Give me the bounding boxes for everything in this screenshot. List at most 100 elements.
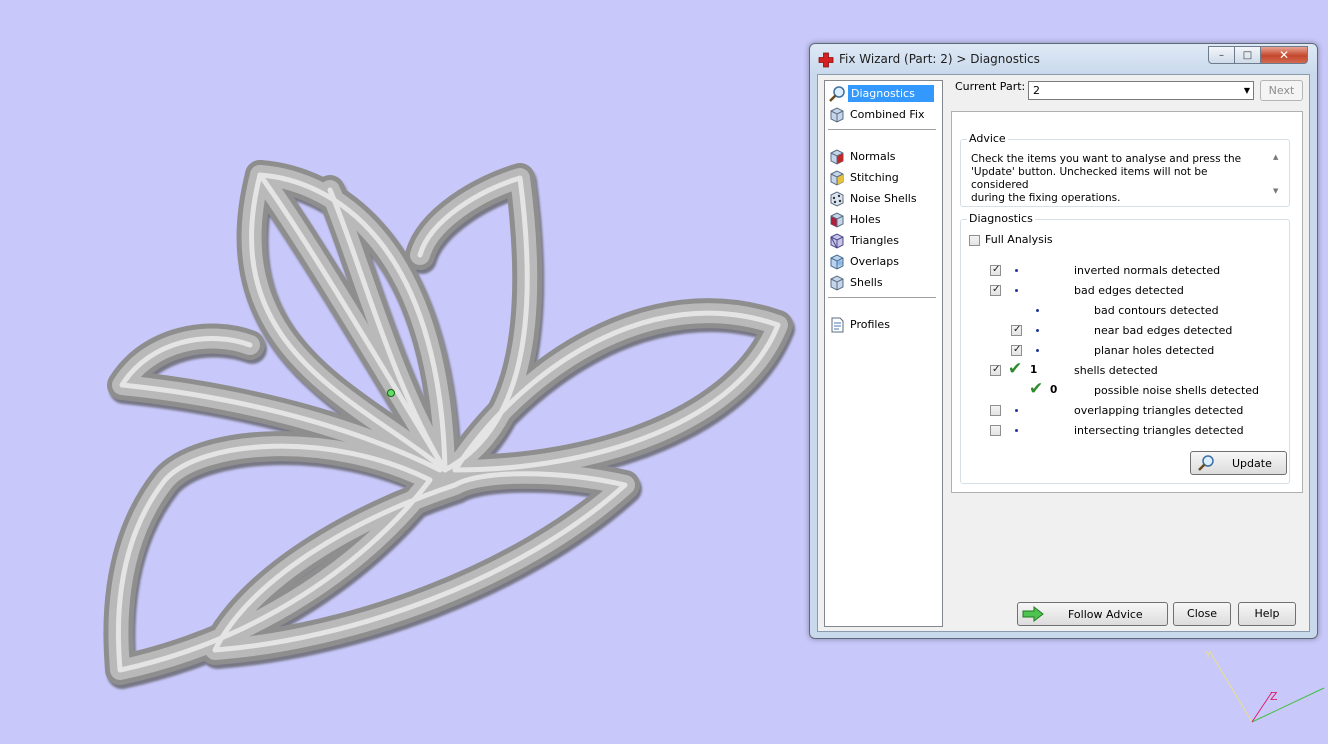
scroll-up-icon[interactable]: ▲ — [1273, 153, 1278, 161]
status-bullet — [1015, 269, 1018, 272]
close-window-button[interactable]: ✕ — [1260, 46, 1308, 64]
nav-item-diagnostics[interactable]: Diagnostics — [828, 84, 936, 103]
nav-item-normals[interactable]: Normals — [828, 147, 936, 166]
nav-item-label: Stitching — [850, 171, 899, 184]
magnifier-icon — [1198, 455, 1214, 471]
diag-row-label: intersecting triangles detected — [1074, 424, 1244, 437]
window-client: Diagnostics Combined Fix Normals Stitchi… — [817, 74, 1310, 632]
close-icon: ✕ — [1278, 48, 1290, 62]
close-button[interactable]: Close — [1173, 602, 1231, 626]
diag-row-label: overlapping triangles detected — [1074, 404, 1244, 417]
nav-item-shells[interactable]: Shells — [828, 273, 936, 292]
inverted-normals-checkbox[interactable]: ✓ — [990, 264, 1001, 276]
nav-item-label: Overlaps — [850, 255, 899, 268]
nav-item-label: Profiles — [850, 318, 890, 331]
nav-item-profiles[interactable]: Profiles — [828, 315, 936, 334]
current-part-value: 2 — [1033, 84, 1040, 97]
axis-y-label: Y — [1204, 650, 1212, 661]
nav-separator — [828, 297, 936, 298]
cube-icon — [830, 106, 844, 123]
maximize-button[interactable]: □ — [1234, 46, 1261, 64]
noise-shells-count: 0 — [1050, 384, 1058, 396]
diagnostics-panel: Advice Check the items you want to analy… — [951, 111, 1303, 493]
help-button[interactable]: Help — [1238, 602, 1296, 626]
shells-checkbox[interactable]: ✓ — [990, 364, 1001, 376]
advice-group: Advice Check the items you want to analy… — [960, 132, 1290, 207]
diag-row-label: bad contours detected — [1094, 304, 1219, 317]
red-cross-icon — [818, 52, 834, 68]
triangles-cube-icon — [830, 232, 844, 249]
checkbox-tick-icon: ✓ — [1013, 324, 1022, 335]
status-bullet — [1015, 289, 1018, 292]
minimize-button[interactable]: – — [1208, 46, 1235, 64]
status-bullet — [1036, 309, 1039, 312]
advice-text: Check the items you want to analyse and … — [971, 153, 1242, 204]
update-button-label: Update — [1232, 457, 1272, 470]
diag-row-label: planar holes detected — [1094, 344, 1215, 357]
diagnostics-title: Diagnostics — [967, 212, 1035, 225]
full-analysis-label: Full Analysis — [985, 233, 1053, 246]
follow-advice-button[interactable]: Follow Advice — [1017, 602, 1168, 626]
checkbox-tick-icon: ✓ — [1013, 344, 1022, 355]
diag-row-label: inverted normals detected — [1074, 264, 1221, 277]
status-bullet — [1015, 409, 1018, 412]
nav-item-noise-shells[interactable]: Noise Shells — [828, 189, 936, 208]
maximize-icon: □ — [1242, 50, 1253, 61]
green-check-icon: ✔ — [1029, 379, 1044, 399]
next-button[interactable]: Next — [1260, 80, 1303, 101]
axis-z-label: Z — [1270, 690, 1278, 703]
diag-row-label: possible noise shells detected — [1094, 384, 1260, 397]
advice-title: Advice — [967, 132, 1008, 145]
checkbox-tick-icon: ✓ — [992, 364, 1001, 375]
minimize-icon: – — [1219, 50, 1224, 61]
chevron-down-icon: ▼ — [1243, 86, 1250, 95]
current-part-select[interactable]: 2 ▼ — [1028, 81, 1254, 100]
overlaps-cube-icon — [830, 253, 844, 270]
lotus-model[interactable] — [0, 0, 800, 700]
nav-item-label: Noise Shells — [850, 192, 917, 205]
document-icon — [831, 317, 844, 332]
green-check-icon: ✔ — [1008, 359, 1023, 379]
stitching-cube-icon — [830, 169, 844, 186]
shells-cube-icon — [830, 274, 844, 291]
nav-item-label: Triangles — [850, 234, 899, 247]
diag-row-label: near bad edges detected — [1094, 324, 1233, 337]
noise-shells-icon — [830, 190, 844, 207]
nav-item-label: Normals — [850, 150, 896, 163]
full-analysis-checkbox[interactable] — [969, 235, 980, 246]
shells-count: 1 — [1030, 364, 1038, 376]
nav-separator — [828, 129, 936, 130]
nav-item-label: Holes — [850, 213, 881, 226]
scroll-down-icon[interactable]: ▼ — [1273, 187, 1278, 195]
holes-cube-icon — [830, 211, 844, 228]
diagnostics-group: Diagnostics Full Analysis ✓ inverted nor… — [960, 212, 1290, 484]
axis-triad: Y Z — [1204, 650, 1325, 723]
nav-item-triangles[interactable]: Triangles — [828, 231, 936, 250]
green-arrow-icon — [1022, 605, 1044, 623]
planar-holes-checkbox[interactable]: ✓ — [1011, 344, 1022, 356]
diag-row-label: shells detected — [1074, 364, 1158, 377]
status-bullet — [1036, 349, 1039, 352]
status-bullet — [1015, 429, 1018, 432]
status-bullet — [1036, 329, 1039, 332]
nav-item-stitching[interactable]: Stitching — [828, 168, 936, 187]
advice-scrollbar[interactable]: ▲ ▼ — [1271, 153, 1285, 197]
bad-edges-checkbox[interactable]: ✓ — [990, 284, 1001, 296]
checkbox-tick-icon: ✓ — [992, 284, 1001, 295]
update-button[interactable]: Update — [1190, 451, 1287, 475]
title-bar[interactable]: Fix Wizard (Part: 2) > Diagnostics – □ ✕ — [810, 44, 1317, 74]
pivot-point-icon — [387, 389, 395, 397]
fix-wizard-window: Fix Wizard (Part: 2) > Diagnostics – □ ✕… — [809, 43, 1318, 639]
overlapping-triangles-checkbox[interactable] — [990, 405, 1001, 416]
normals-cube-icon — [830, 148, 844, 165]
nav-item-overlaps[interactable]: Overlaps — [828, 252, 936, 271]
near-bad-edges-checkbox[interactable]: ✓ — [1011, 324, 1022, 336]
intersecting-triangles-checkbox[interactable] — [990, 425, 1001, 436]
checkbox-tick-icon: ✓ — [992, 264, 1001, 275]
nav-item-label: Combined Fix — [850, 108, 925, 121]
nav-item-combined-fix[interactable]: Combined Fix — [828, 105, 936, 124]
nav-item-label: Diagnostics — [848, 85, 934, 102]
nav-item-holes[interactable]: Holes — [828, 210, 936, 229]
window-title: Fix Wizard (Part: 2) > Diagnostics — [839, 52, 1040, 66]
wizard-nav-list: Diagnostics Combined Fix Normals Stitchi… — [824, 80, 943, 627]
